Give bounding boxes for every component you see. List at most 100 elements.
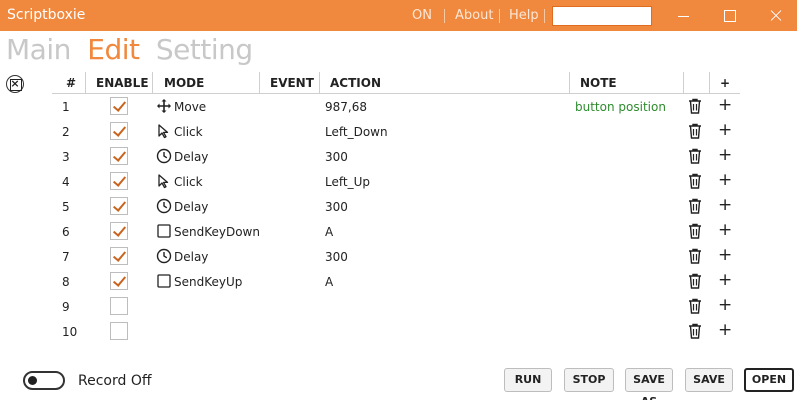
trash-icon[interactable] — [688, 223, 702, 239]
header-note: NOTE — [580, 76, 617, 90]
action-cell[interactable]: 300 — [325, 200, 348, 214]
maximize-icon[interactable] — [720, 6, 740, 26]
header-mode: MODE — [164, 76, 205, 90]
add-row-icon[interactable]: + — [718, 221, 732, 239]
about-link[interactable]: About — [455, 8, 493, 23]
trash-icon[interactable] — [688, 198, 702, 214]
action-cell[interactable]: Left_Down — [325, 125, 388, 139]
run-button[interactable]: RUN — [504, 368, 552, 392]
enable-checkbox[interactable] — [110, 172, 128, 190]
table-row: 2 Click Left_Down + — [52, 119, 740, 144]
trash-icon[interactable] — [688, 123, 702, 139]
action-cell[interactable]: 987,68 — [325, 100, 367, 114]
open-button[interactable]: OPEN — [744, 368, 794, 392]
trash-icon[interactable] — [688, 298, 702, 314]
cursor-icon — [156, 123, 172, 139]
tab-main[interactable]: Main — [6, 33, 71, 66]
script-table: # ENABLE MODE EVENT ACTION NOTE + 1 Move 9… — [52, 72, 740, 344]
square-icon — [156, 273, 172, 289]
mode-label[interactable]: Delay — [174, 150, 208, 164]
mode-label[interactable]: SendKeyDown — [174, 225, 260, 239]
enable-checkbox[interactable] — [110, 272, 128, 290]
stop-button[interactable]: STOP — [564, 368, 614, 392]
move-icon — [156, 98, 172, 114]
note-cell[interactable]: button position — [575, 100, 666, 114]
tab-setting[interactable]: Setting — [156, 33, 253, 66]
enable-checkbox[interactable] — [110, 97, 128, 115]
enable-checkbox[interactable] — [110, 297, 128, 315]
add-row-icon[interactable]: + — [718, 246, 732, 264]
action-cell[interactable]: 300 — [325, 150, 348, 164]
column-divider — [319, 72, 320, 94]
trash-icon[interactable] — [688, 98, 702, 114]
trash-icon[interactable] — [688, 148, 702, 164]
add-row-icon[interactable]: + — [718, 321, 732, 339]
action-cell[interactable]: A — [325, 225, 333, 239]
add-row-icon[interactable]: + — [718, 121, 732, 139]
add-row-icon[interactable]: + — [718, 96, 732, 114]
table-row: 4 Click Left_Up + — [52, 169, 740, 194]
mode-label[interactable]: Click — [174, 175, 203, 189]
title-search-input[interactable] — [552, 6, 652, 26]
enable-checkbox[interactable] — [110, 147, 128, 165]
clock-icon — [156, 148, 172, 164]
row-index: 5 — [62, 200, 70, 214]
header-event: EVENT — [270, 76, 314, 90]
cursor-icon — [156, 173, 172, 189]
add-row-icon[interactable]: + — [718, 271, 732, 289]
save-as-button[interactable]: SAVE AS — [625, 368, 673, 400]
clear-all-icon[interactable]: × — [6, 75, 24, 93]
mode-label[interactable]: Delay — [174, 200, 208, 214]
action-cell[interactable]: Left_Up — [325, 175, 370, 189]
mode-label[interactable]: Click — [174, 125, 203, 139]
row-index: 10 — [62, 325, 78, 339]
header-add-button[interactable]: + — [720, 76, 730, 90]
mode-label[interactable]: Delay — [174, 250, 208, 264]
record-status-label: Record Off — [78, 373, 152, 389]
trash-icon[interactable] — [688, 273, 702, 289]
enable-checkbox[interactable] — [110, 197, 128, 215]
table-row: 6 SendKeyDown A + — [52, 219, 740, 244]
enable-checkbox[interactable] — [110, 247, 128, 265]
title-bar: Scriptboxie ON About Help — [0, 0, 797, 31]
trash-icon[interactable] — [688, 248, 702, 264]
title-divider — [444, 9, 445, 23]
mode-label[interactable]: SendKeyUp — [174, 275, 242, 289]
table-row: 9 + — [52, 294, 740, 319]
row-index: 8 — [62, 275, 70, 289]
minimize-icon[interactable] — [674, 6, 694, 26]
enable-checkbox[interactable] — [110, 222, 128, 240]
menu-tabs: Main Edit Setting — [6, 33, 261, 66]
trash-icon[interactable] — [688, 173, 702, 189]
on-link[interactable]: ON — [412, 8, 432, 23]
add-row-icon[interactable]: + — [718, 146, 732, 164]
clock-icon — [156, 248, 172, 264]
column-divider — [683, 72, 684, 94]
record-toggle[interactable] — [23, 371, 65, 390]
table-row: 1 Move 987,68 button position + — [52, 94, 740, 119]
help-link[interactable]: Help — [509, 8, 539, 23]
table-row: 10 + — [52, 319, 740, 344]
table-row: 8 SendKeyUp A + — [52, 269, 740, 294]
add-row-icon[interactable]: + — [718, 196, 732, 214]
save-button[interactable]: SAVE — [685, 368, 733, 392]
add-row-icon[interactable]: + — [718, 296, 732, 314]
mode-label[interactable]: Move — [174, 100, 206, 114]
tab-edit[interactable]: Edit — [87, 33, 140, 66]
column-divider — [709, 72, 710, 94]
enable-checkbox[interactable] — [110, 122, 128, 140]
close-icon[interactable] — [766, 6, 786, 26]
action-cell[interactable]: A — [325, 275, 333, 289]
header-enable: ENABLE — [96, 76, 149, 90]
square-icon — [156, 223, 172, 239]
table-header: # ENABLE MODE EVENT ACTION NOTE + — [52, 72, 740, 94]
title-divider — [499, 9, 500, 23]
trash-icon[interactable] — [688, 323, 702, 339]
column-divider — [152, 72, 153, 94]
table-row: 3 Delay 300 + — [52, 144, 740, 169]
add-row-icon[interactable]: + — [718, 171, 732, 189]
enable-checkbox[interactable] — [110, 322, 128, 340]
action-cell[interactable]: 300 — [325, 250, 348, 264]
row-index: 4 — [62, 175, 70, 189]
header-index: # — [66, 76, 77, 90]
